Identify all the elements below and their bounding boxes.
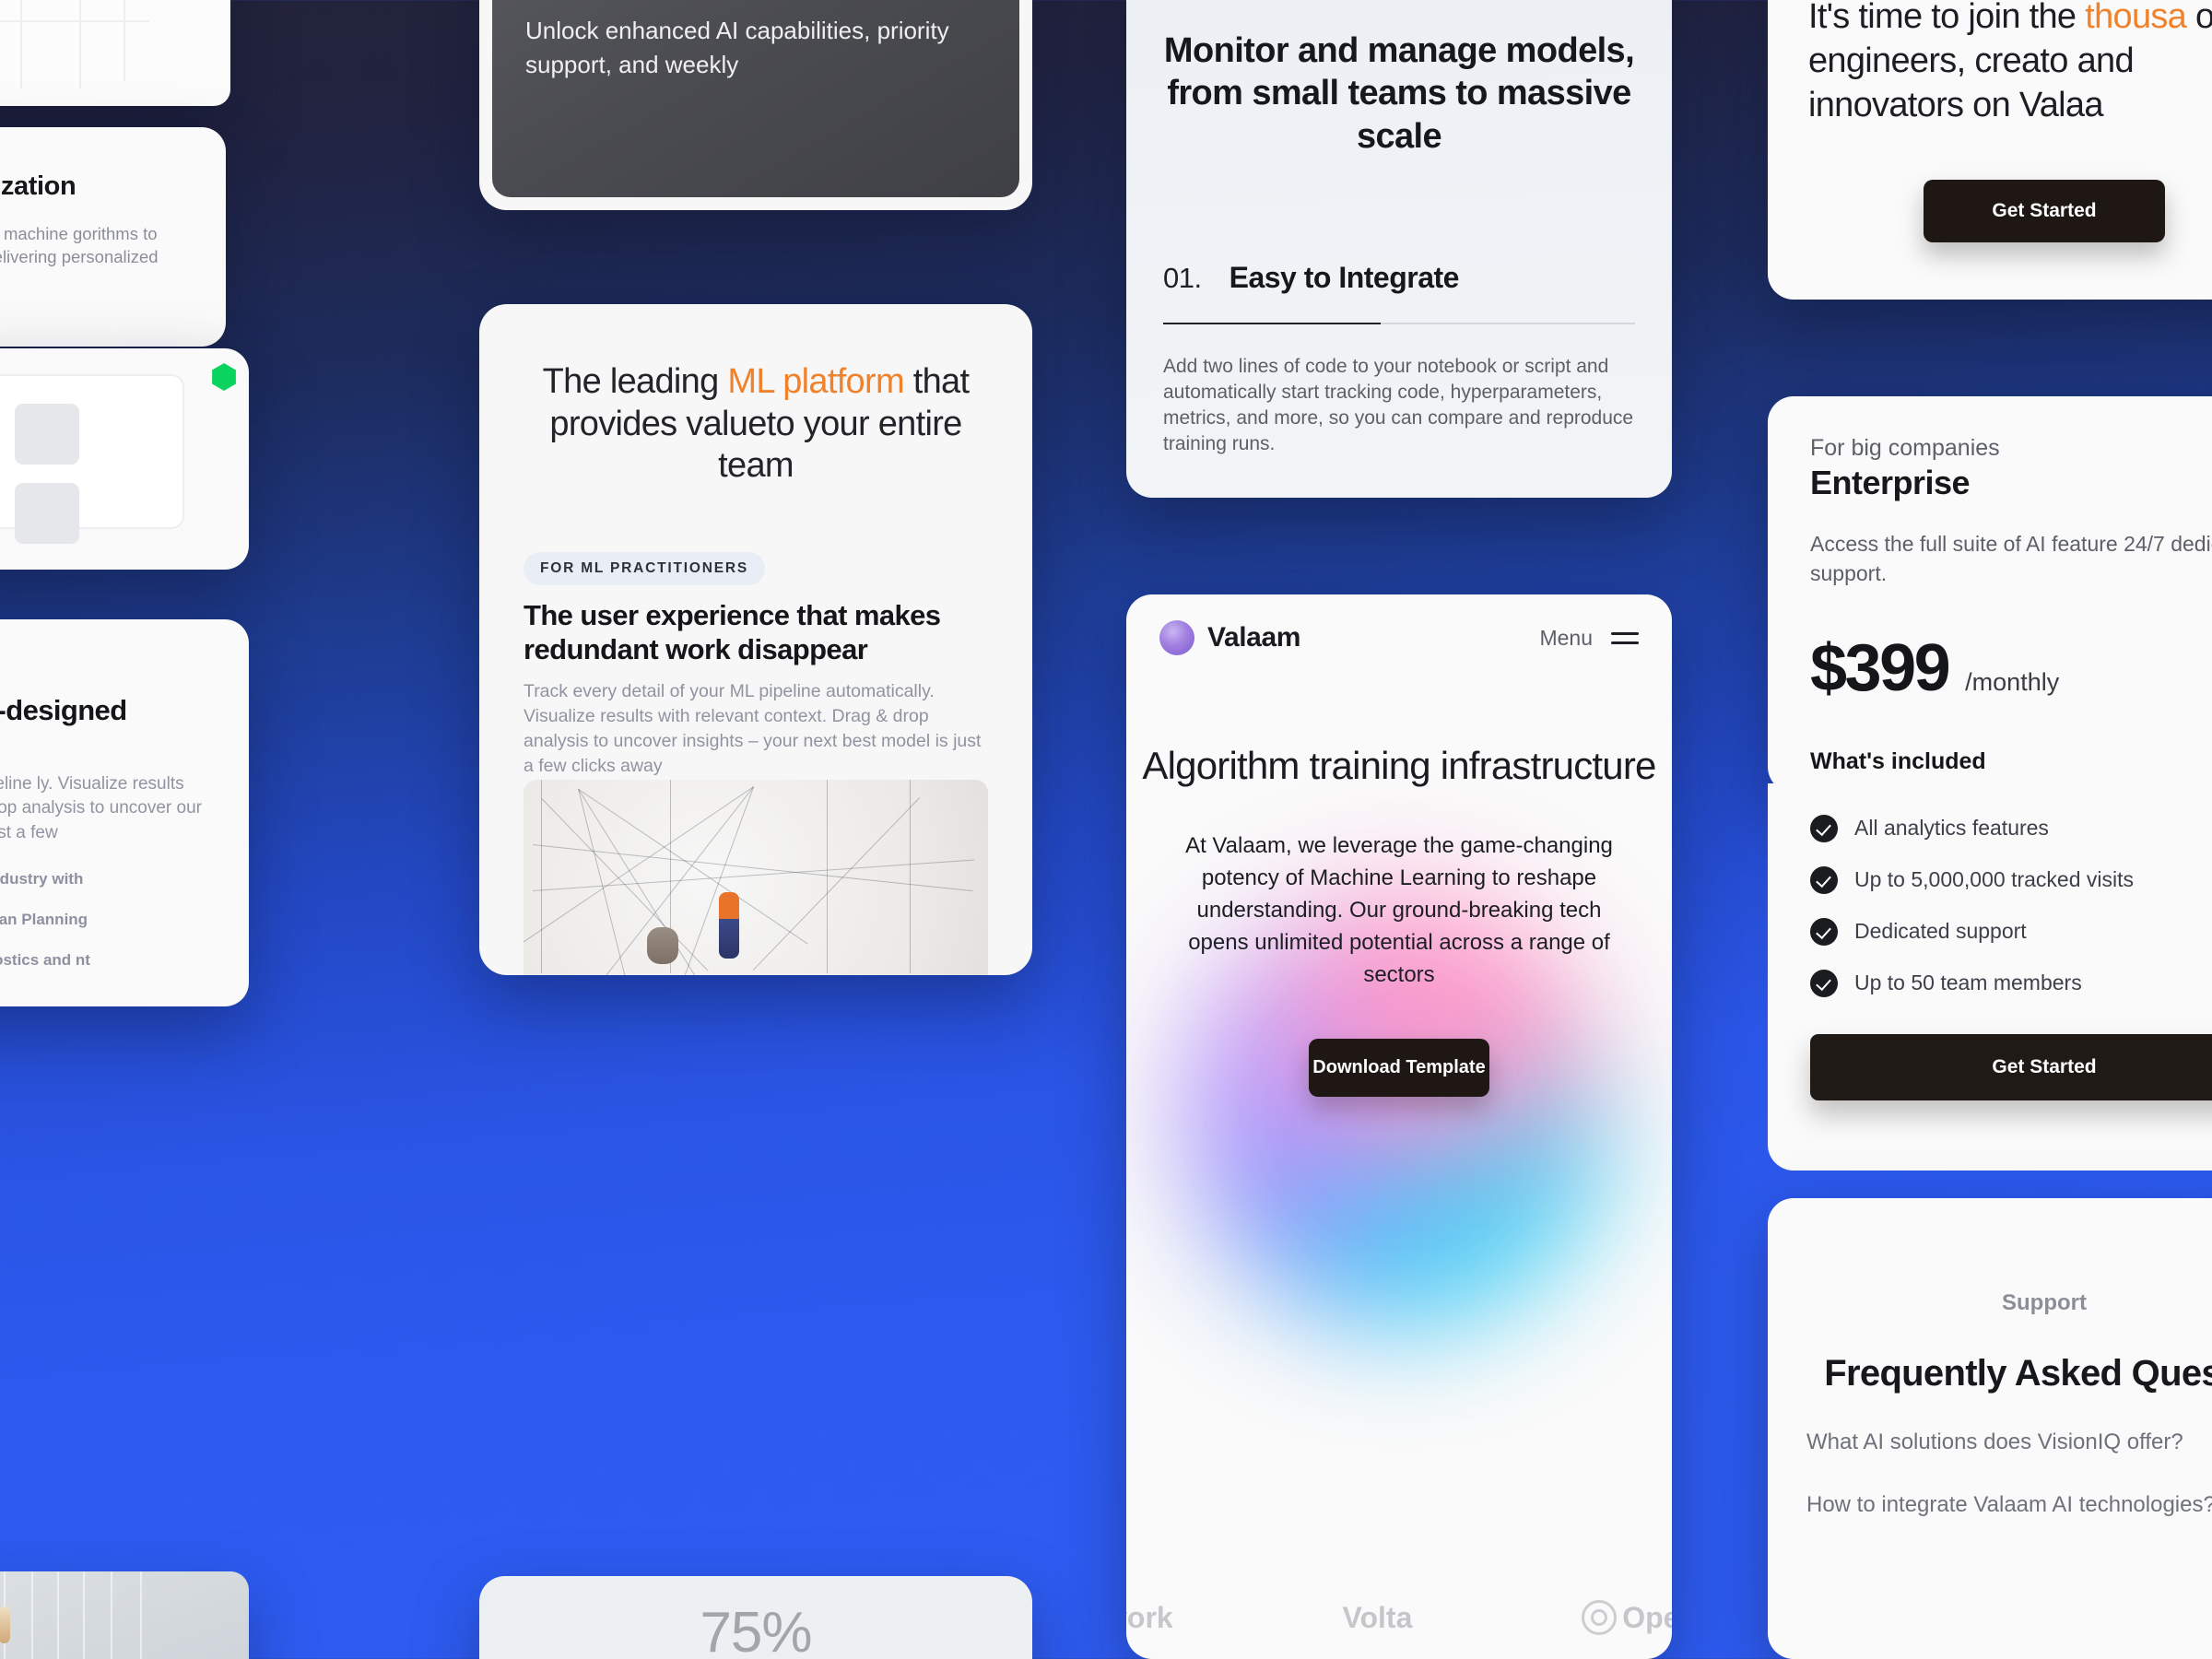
valaam-logo-icon bbox=[1159, 620, 1194, 655]
content-personalization-card: ent Personalization m employs advanced m… bbox=[0, 127, 226, 347]
enterprise-price: $399 bbox=[1810, 631, 1951, 706]
practitioners-pill: FOR ML PRACTITIONERS bbox=[524, 551, 766, 585]
person-crouching bbox=[647, 927, 678, 964]
list-item: Up to 5,000,000 tracked visits bbox=[1810, 866, 2212, 894]
valaam-nav: Menu bbox=[1539, 626, 1639, 651]
join-cta-card: It's time to join the thousa of ML engin… bbox=[1768, 0, 2212, 300]
valaam-topbar: Valaam Menu bbox=[1126, 594, 1672, 655]
list-item: Dedicated support bbox=[1810, 918, 2212, 946]
valaam-brand: Valaam bbox=[1207, 622, 1301, 653]
whats-included-title: What's included bbox=[1810, 748, 1986, 775]
check-circle-icon bbox=[1810, 815, 1838, 842]
step-number: 01. bbox=[1163, 262, 1202, 295]
lead-headline: The leading ML platform that provides va… bbox=[524, 361, 988, 488]
openai-ring-icon bbox=[1582, 1600, 1618, 1635]
menu-label[interactable]: Menu bbox=[1539, 626, 1593, 651]
integration-skeleton-card: ss Integration bbox=[0, 348, 249, 570]
faq-kicker: Support bbox=[2002, 1290, 2087, 1315]
valaam-body: At Valaam, we leverage the game-changing… bbox=[1185, 833, 1613, 988]
pro-pricing-card: For startups Pro Popular Unlock enhanced… bbox=[479, 0, 1032, 210]
hamburger-menu-icon[interactable] bbox=[1611, 626, 1639, 651]
list-item-label: Up to 50 team members bbox=[1854, 971, 2082, 994]
step-label: Easy to Integrate bbox=[1229, 261, 1460, 295]
check-circle-icon bbox=[1810, 970, 1838, 997]
valaam-headline: Algorithm training infrastructure bbox=[1142, 744, 1656, 787]
enterprise-features-card: All analytics features Up to 5,000,000 t… bbox=[1768, 783, 2212, 1171]
enterprise-description: Access the full suite of AI feature 24/7… bbox=[1810, 532, 2212, 585]
join-headline-accent: thousa bbox=[2085, 0, 2187, 36]
check-circle-icon bbox=[1810, 866, 1838, 894]
list-item: All analytics features bbox=[1810, 815, 2212, 842]
enterprise-pricing-card: For big companies Enterprise Access the … bbox=[1768, 396, 2212, 793]
faq-headline: Frequently Asked Questio bbox=[1824, 1353, 2212, 1394]
stat-card: 75% bbox=[479, 1576, 1032, 1659]
network-diagram-photo bbox=[524, 780, 988, 975]
list-item-label: All analytics features bbox=[1854, 816, 2049, 840]
pro-inner-panel: For startups Pro Popular Unlock enhanced… bbox=[492, 0, 1019, 197]
logo-volta: Volta bbox=[1342, 1600, 1413, 1634]
list-item: Up to 50 team members bbox=[1810, 970, 2212, 997]
lead-headline-before: The leading bbox=[542, 362, 728, 401]
logo-open-label: Open bbox=[1622, 1600, 1672, 1634]
list-item: rming the Financial Industry with bbox=[0, 869, 84, 888]
faq-question[interactable]: What AI solutions does VisionIQ offer? bbox=[1768, 1428, 2212, 1457]
workflow-list: rming the Financial Industry with s Revo… bbox=[0, 869, 218, 971]
personalization-title: ent Personalization bbox=[0, 171, 76, 201]
lead-body: Track every detail of your ML pipeline a… bbox=[524, 681, 982, 776]
join-headline-before: It's time to join the bbox=[1808, 0, 2086, 36]
leading-ml-platform-card: The leading ML platform that provides va… bbox=[479, 304, 1032, 975]
circuit-photo-card bbox=[0, 1571, 249, 1659]
integration-step: 01. Easy to Integrate bbox=[1163, 261, 1635, 295]
logo-work: work bbox=[1126, 1600, 1173, 1634]
enterprise-eyebrow: For big companies bbox=[1810, 435, 2000, 461]
monitor-headline: Monitor and manage models, from small te… bbox=[1163, 31, 1635, 156]
partner-logos: work Volta Open bbox=[1126, 1600, 1672, 1635]
lead-title: The user experience that makes redundant… bbox=[524, 598, 941, 665]
skeleton-panel bbox=[0, 374, 184, 544]
download-template-button[interactable]: Download Template bbox=[1309, 1039, 1489, 1098]
workflow-body: detail of your ML pipeline ly. Visualize… bbox=[0, 774, 202, 842]
faq-question[interactable]: How to integrate Valaam AI technologies? bbox=[1768, 1490, 2212, 1520]
enterprise-get-started-button[interactable]: Get Started bbox=[1810, 1034, 2212, 1100]
enterprise-plan-name: Enterprise bbox=[1810, 464, 1971, 501]
check-circle-icon bbox=[1810, 918, 1838, 946]
list-item: act on Medical Diagnostics and nt bbox=[0, 951, 90, 969]
step-body: Add two lines of code to your notebook o… bbox=[1163, 356, 1634, 455]
workflow-title: workflow co-designed engineers bbox=[0, 694, 127, 726]
scatter-grid-card bbox=[0, 0, 230, 106]
list-item-label: Up to 5,000,000 tracked visits bbox=[1854, 867, 2134, 891]
personalization-body: m employs advanced machine gorithms to u… bbox=[0, 224, 159, 267]
lead-headline-accent: ML platform bbox=[727, 362, 904, 401]
list-item-label: Dedicated support bbox=[1854, 919, 2027, 943]
workflow-card: ACTITIONERS workflow co-designed enginee… bbox=[0, 619, 249, 1006]
join-headline: It's time to join the thousa of ML engin… bbox=[1808, 0, 2212, 128]
faq-card: Support Frequently Asked Questio What AI… bbox=[1768, 1198, 2212, 1659]
get-started-button[interactable]: Get Started bbox=[1924, 179, 2165, 242]
pro-description: Unlock enhanced AI capabilities, priorit… bbox=[525, 17, 949, 79]
grid-lines bbox=[0, 0, 230, 106]
valaam-mobile-card: Valaam Menu Algorithm training infrastru… bbox=[1126, 594, 1672, 1659]
logo-open: Open bbox=[1582, 1600, 1672, 1635]
person-standing bbox=[719, 892, 739, 959]
progress-rule bbox=[1163, 323, 1635, 325]
enterprise-price-row: $399 /monthly bbox=[1810, 630, 2212, 706]
hexagon-badge-icon bbox=[212, 363, 236, 391]
stat-value: 75% bbox=[700, 1601, 812, 1659]
list-item: s Revolutionizing Urban Planning bbox=[0, 910, 88, 928]
enterprise-period: /monthly bbox=[1965, 668, 2060, 697]
monitor-models-card: Monitor and manage models, from small te… bbox=[1126, 0, 1672, 498]
